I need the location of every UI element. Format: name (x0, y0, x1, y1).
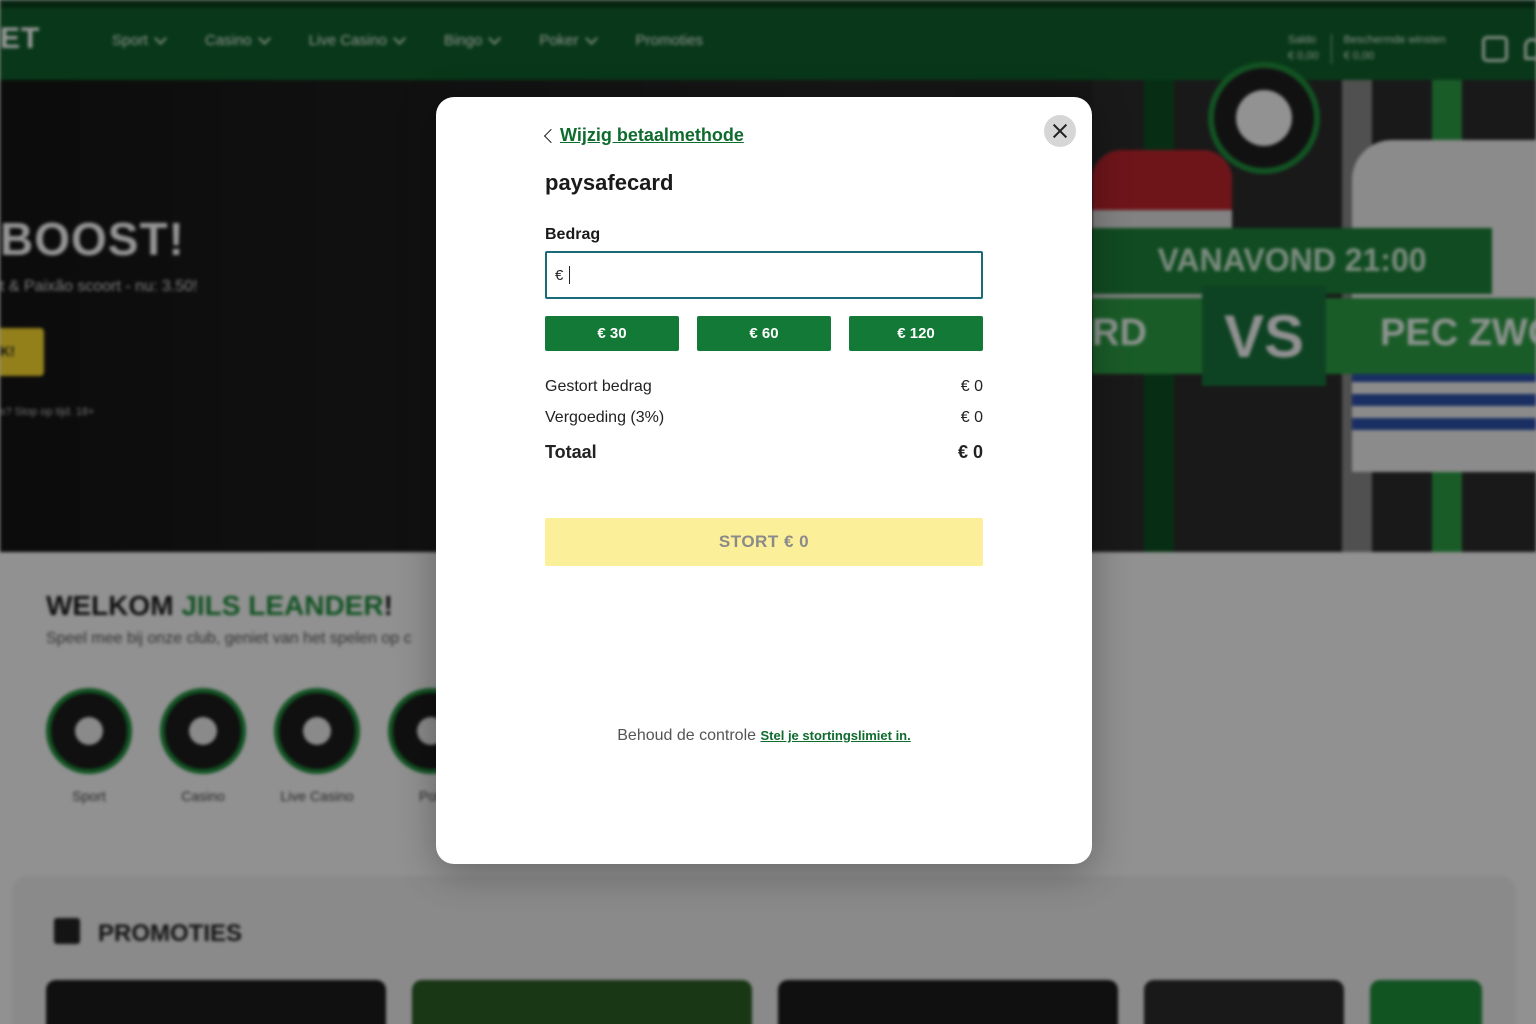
preset-amounts: € 30 € 60 € 120 (545, 316, 983, 351)
deposit-limit-note: Behoud de controle Stel je stortingslimi… (436, 727, 1092, 745)
summary-row-fee: Vergoeding (3%) € 0 (545, 409, 983, 440)
change-payment-method-link[interactable]: Wijzig betaalmethode (543, 125, 744, 146)
fee-value: € 0 (960, 409, 983, 426)
close-button[interactable] (1044, 115, 1076, 147)
set-deposit-limit-link[interactable]: Stel je stortingslimiet in. (760, 728, 910, 743)
payment-method-title: paysafecard (545, 170, 674, 195)
currency-symbol: € (555, 266, 564, 284)
preset-60-button[interactable]: € 60 (697, 316, 831, 351)
deposit-modal: Wijzig betaalmethode paysafecard Bedrag … (436, 97, 1092, 864)
deposit-submit-button[interactable]: STORT € 0 (545, 518, 983, 566)
total-label: Totaal (545, 442, 597, 462)
amount-label: Bedrag (545, 226, 601, 243)
amount-input[interactable] (569, 266, 970, 284)
summary-row-total: Totaal € 0 (545, 442, 983, 473)
deposit-label: Gestort bedrag (545, 378, 652, 395)
preset-30-button[interactable]: € 30 (545, 316, 679, 351)
deposit-value: € 0 (960, 378, 983, 395)
amount-field[interactable]: € (545, 251, 983, 299)
fee-label: Vergoeding (3%) (545, 409, 665, 426)
total-value: € 0 (957, 442, 983, 462)
text-caret (569, 266, 571, 284)
footer-text: Behoud de controle (617, 727, 757, 744)
close-icon (1052, 123, 1068, 139)
summary-row-deposit: Gestort bedrag € 0 (545, 378, 983, 409)
preset-120-button[interactable]: € 120 (849, 316, 983, 351)
back-link-label: Wijzig betaalmethode (560, 125, 744, 145)
chevron-left-icon (543, 128, 559, 144)
deposit-summary: Gestort bedrag € 0 Vergoeding (3%) € 0 T… (545, 378, 983, 473)
